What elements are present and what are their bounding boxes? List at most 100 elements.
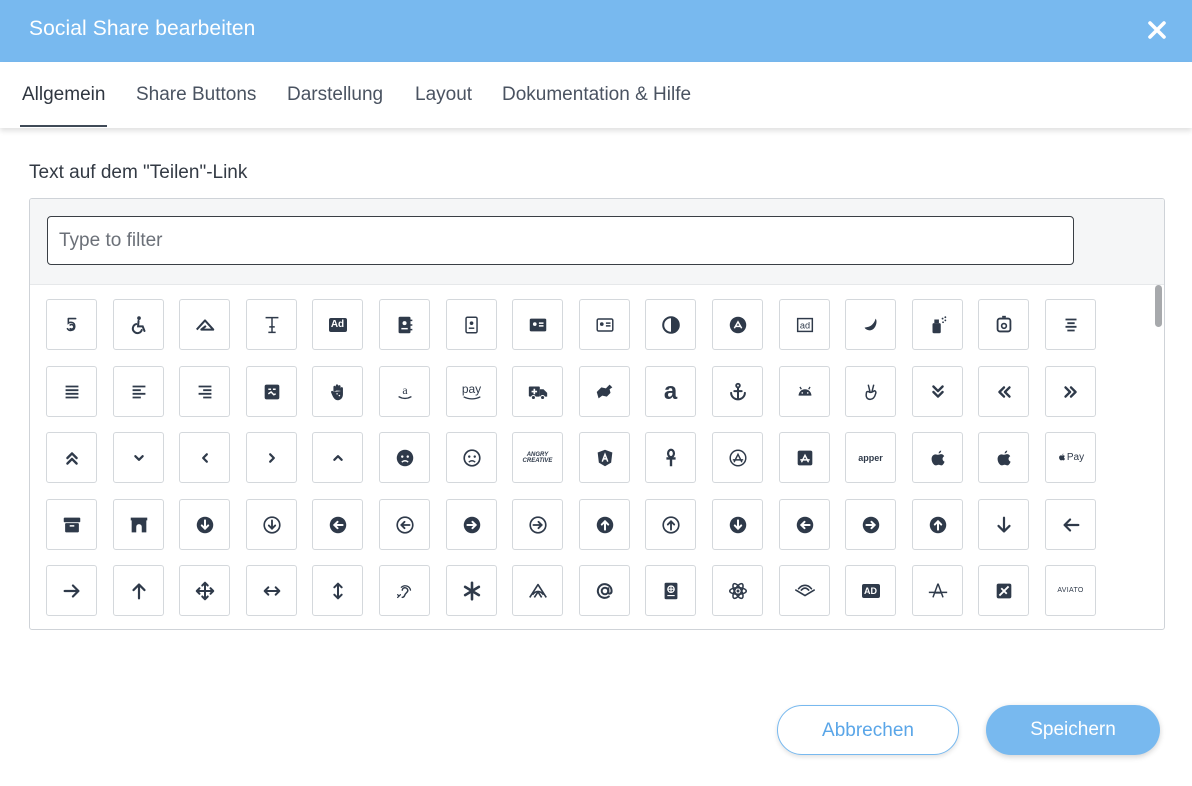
archive-icon[interactable]: [46, 499, 97, 550]
tab-share-buttons[interactable]: Share Buttons: [136, 62, 256, 128]
icon-picker: Ad ad a pay a ANGRY CREATIVE apper Pay AD AVIATO: [29, 198, 1165, 630]
address-card-outline-icon[interactable]: [579, 299, 630, 350]
avianex-icon[interactable]: [978, 565, 1029, 616]
angry-icon[interactable]: [379, 432, 430, 483]
apple-icon[interactable]: [912, 432, 963, 483]
arrow-alt-circle-left-icon[interactable]: [312, 499, 363, 550]
arrow-alt-circle-up-outline-icon[interactable]: [645, 499, 696, 550]
dialog-titlebar: Social Share bearbeiten: [0, 0, 1192, 62]
amazon-pay-icon[interactable]: pay: [446, 366, 497, 417]
svg-text:a: a: [402, 382, 408, 396]
ad-text: Ad: [330, 319, 345, 330]
apple-pay-text: Pay: [1066, 452, 1085, 463]
save-button[interactable]: Speichern: [986, 705, 1160, 755]
cancel-button[interactable]: Abbrechen: [777, 705, 959, 755]
amilia-icon[interactable]: a: [645, 366, 696, 417]
arrow-circle-up-icon[interactable]: [912, 499, 963, 550]
arrow-down-icon[interactable]: [978, 499, 1029, 550]
anchor-icon[interactable]: [712, 366, 763, 417]
angle-double-right-icon[interactable]: [1045, 366, 1096, 417]
angle-left-icon[interactable]: [179, 432, 230, 483]
500px-icon[interactable]: [46, 299, 97, 350]
share-link-text-label: Text auf dem "Teilen"-Link: [29, 162, 248, 183]
arrow-circle-left-icon[interactable]: [779, 499, 830, 550]
affiliatetheme-icon[interactable]: [845, 299, 896, 350]
autoprefixer-icon[interactable]: [912, 565, 963, 616]
apper-text: apper: [858, 452, 883, 463]
align-justify-icon[interactable]: [46, 366, 97, 417]
arrow-circle-down-icon[interactable]: [712, 499, 763, 550]
airbnb-icon[interactable]: [978, 299, 1029, 350]
amazon-icon[interactable]: a: [379, 366, 430, 417]
address-card-icon[interactable]: [512, 299, 563, 350]
close-icon[interactable]: [1146, 18, 1168, 42]
android-icon[interactable]: [779, 366, 830, 417]
arrow-alt-circle-down-outline-icon[interactable]: [246, 499, 297, 550]
arrow-alt-circle-left-outline-icon[interactable]: [379, 499, 430, 550]
tab-layout[interactable]: Layout: [415, 62, 472, 128]
address-book-icon[interactable]: [379, 299, 430, 350]
app-store-icon[interactable]: [712, 432, 763, 483]
adn-icon[interactable]: [712, 299, 763, 350]
angle-right-icon[interactable]: [246, 432, 297, 483]
angle-up-icon[interactable]: [312, 432, 363, 483]
icon-grid: Ad ad a pay a ANGRY CREATIVE apper Pay AD AVIATO: [46, 299, 1136, 629]
arrows-alt-h-icon[interactable]: [246, 565, 297, 616]
angrycreative-icon[interactable]: ANGRY CREATIVE: [512, 432, 563, 483]
align-center-icon[interactable]: [1045, 299, 1096, 350]
at-icon[interactable]: [579, 565, 630, 616]
arrows-alt-v-icon[interactable]: [312, 565, 363, 616]
air-freshener-icon[interactable]: [912, 299, 963, 350]
angular-icon[interactable]: [579, 432, 630, 483]
apple-pay-icon[interactable]: Pay: [1045, 432, 1096, 483]
american-sign-language-icon[interactable]: [579, 366, 630, 417]
angle-down-icon[interactable]: [113, 432, 164, 483]
atlas-icon[interactable]: [645, 565, 696, 616]
allergies-hand-icon[interactable]: [312, 366, 363, 417]
accusoft-icon[interactable]: [179, 299, 230, 350]
icon-filter-input[interactable]: [47, 216, 1074, 265]
ankh-icon[interactable]: [645, 432, 696, 483]
text-height-icon[interactable]: [246, 299, 297, 350]
adjust-icon[interactable]: [645, 299, 696, 350]
app-store-ios-icon[interactable]: [779, 432, 830, 483]
accessible-icon[interactable]: [113, 299, 164, 350]
arrow-alt-circle-up-icon[interactable]: [579, 499, 630, 550]
address-book-outline-icon[interactable]: [446, 299, 497, 350]
audible-icon[interactable]: [779, 565, 830, 616]
arrow-alt-circle-down-icon[interactable]: [179, 499, 230, 550]
arrows-alt-icon[interactable]: [179, 565, 230, 616]
align-right-icon[interactable]: [179, 366, 230, 417]
amilia-text: a: [663, 377, 678, 405]
angellist-icon[interactable]: [845, 366, 896, 417]
adversal-icon[interactable]: ad: [779, 299, 830, 350]
tab-darstellung[interactable]: Darstellung: [287, 62, 383, 128]
arrow-up-icon[interactable]: [113, 565, 164, 616]
arrow-left-icon[interactable]: [1045, 499, 1096, 550]
angle-double-up-icon[interactable]: [46, 432, 97, 483]
atom-icon[interactable]: [712, 565, 763, 616]
angle-double-down-icon[interactable]: [912, 366, 963, 417]
arrow-circle-right-icon[interactable]: [845, 499, 896, 550]
tab-allgemein[interactable]: Allgemein: [19, 62, 108, 128]
tab-bar: Allgemein Share Buttons Darstellung Layo…: [0, 62, 1192, 128]
asymmetrik-icon[interactable]: [512, 565, 563, 616]
angle-double-left-icon[interactable]: [978, 366, 1029, 417]
assistive-listening-systems-icon[interactable]: [379, 565, 430, 616]
aviato-icon[interactable]: AVIATO: [1045, 565, 1096, 616]
allergies-icon[interactable]: [246, 366, 297, 417]
asterisk-icon[interactable]: [446, 565, 497, 616]
arrow-right-icon[interactable]: [46, 565, 97, 616]
audio-description-icon[interactable]: AD: [845, 565, 896, 616]
ad-icon[interactable]: Ad: [312, 299, 363, 350]
ambulance-icon[interactable]: [512, 366, 563, 417]
archway-icon[interactable]: [113, 499, 164, 550]
arrow-alt-circle-right-icon[interactable]: [446, 499, 497, 550]
angry-outline-icon[interactable]: [446, 432, 497, 483]
tab-dokumentation-hilfe[interactable]: Dokumentation & Hilfe: [502, 62, 691, 128]
arrow-alt-circle-right-outline-icon[interactable]: [512, 499, 563, 550]
apper-icon[interactable]: apper: [845, 432, 896, 483]
align-left-icon[interactable]: [113, 366, 164, 417]
apple-alt-icon[interactable]: [978, 432, 1029, 483]
icon-grid-scrollbar[interactable]: [1155, 285, 1162, 327]
